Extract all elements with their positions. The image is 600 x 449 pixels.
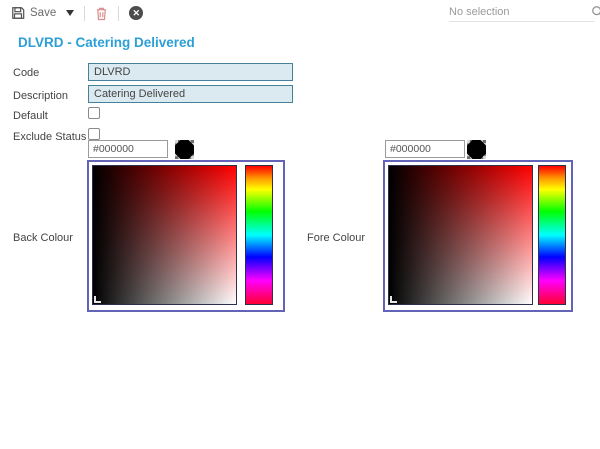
close-icon: ✕: [129, 6, 143, 20]
status-editor-window: Save ✕: [0, 0, 600, 449]
colour-selection-marker: [94, 296, 101, 303]
toolbar: Save ✕: [8, 3, 146, 23]
save-button[interactable]: Save: [8, 3, 59, 23]
back-colour-saturation-square[interactable]: [92, 165, 237, 305]
default-checkbox[interactable]: [88, 107, 100, 119]
fore-colour-label: Fore Colour: [307, 232, 365, 244]
close-button[interactable]: ✕: [126, 3, 146, 23]
search-icon[interactable]: [591, 5, 600, 19]
back-colour-picker: [87, 160, 285, 312]
delete-button[interactable]: [92, 3, 111, 23]
exclude-status-label: Exclude Status: [13, 131, 86, 143]
toolbar-separator: [118, 6, 119, 21]
back-colour-swatch[interactable]: [175, 140, 194, 159]
chevron-down-icon: [66, 10, 74, 16]
gradient-overlay: [93, 166, 236, 304]
fore-colour-hue-bar[interactable]: [538, 165, 566, 305]
save-dropdown-button[interactable]: [59, 3, 77, 23]
toolbar-separator: [84, 6, 85, 21]
fore-colour-swatch-preview: [467, 140, 486, 159]
save-button-label: Save: [30, 7, 56, 19]
code-label: Code: [13, 67, 39, 79]
back-colour-swatch-preview: [175, 140, 194, 159]
description-input[interactable]: [88, 85, 293, 103]
colour-selection-marker: [390, 296, 397, 303]
fore-colour-swatch[interactable]: [467, 140, 486, 159]
description-label: Description: [13, 90, 68, 102]
save-floppy-icon: [11, 6, 25, 20]
exclude-status-checkbox[interactable]: [88, 128, 100, 140]
default-label: Default: [13, 110, 48, 122]
fore-colour-picker: [383, 160, 573, 312]
fore-colour-hex-input[interactable]: [385, 140, 465, 158]
back-colour-hue-bar[interactable]: [245, 165, 273, 305]
selection-search: [449, 2, 595, 22]
back-colour-hex-input[interactable]: [88, 140, 168, 158]
gradient-overlay: [389, 166, 532, 304]
page-title: DLVRD - Catering Delivered: [18, 35, 195, 50]
fore-colour-saturation-square[interactable]: [388, 165, 533, 305]
search-input[interactable]: [449, 6, 591, 18]
trash-icon: [95, 6, 108, 21]
back-colour-label: Back Colour: [13, 232, 73, 244]
code-input[interactable]: [88, 63, 293, 81]
